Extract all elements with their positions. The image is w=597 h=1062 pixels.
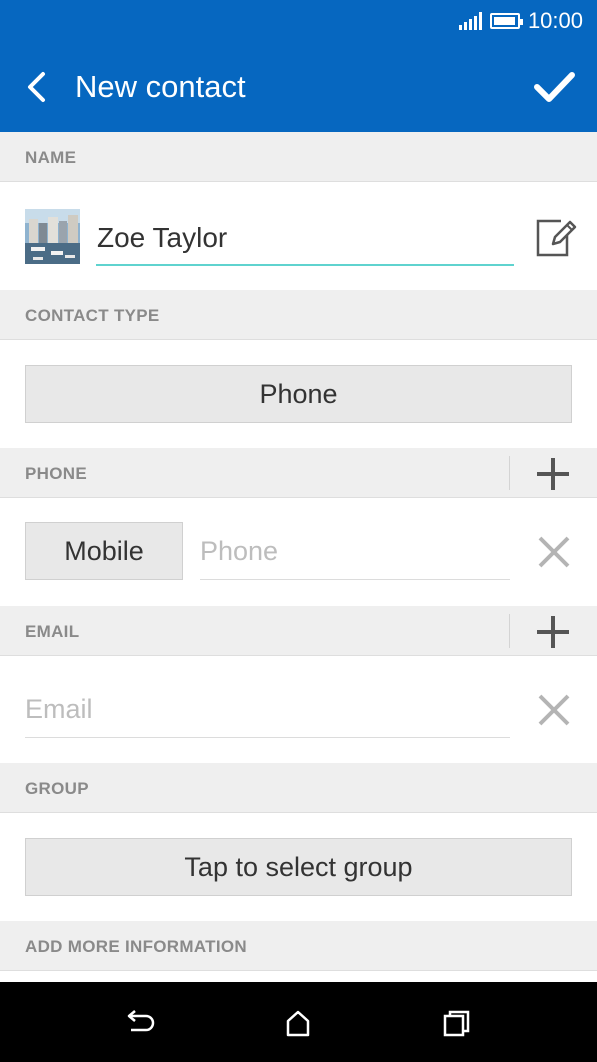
recents-icon [443,1010,470,1037]
back-button[interactable] [18,67,58,107]
email-section-label: EMAIL [25,622,80,641]
edit-name-button[interactable] [533,213,577,261]
status-bar: 10:00 [0,0,597,42]
name-section-header: NAME [0,132,597,182]
divider [509,614,510,648]
add-email-button[interactable] [531,610,575,654]
plus-icon [537,458,569,490]
add-more-info-header[interactable]: ADD MORE INFORMATION [0,921,597,971]
contact-photo-image [25,209,80,264]
name-field-value: Zoe Taylor [97,222,228,253]
group-section-label: GROUP [25,779,89,798]
phone-section-label: PHONE [25,464,87,483]
phone-input[interactable]: Phone [200,522,510,580]
contact-photo[interactable] [25,209,80,264]
nav-back-button[interactable] [119,1004,159,1044]
name-section-label: NAME [25,148,77,167]
checkmark-icon [534,72,575,102]
status-icons: 10:00 [458,8,583,33]
plus-icon [537,616,569,648]
divider [509,456,510,490]
navigation-bar [0,982,597,1062]
page-title: New contact [75,69,246,104]
battery-icon [489,13,523,29]
group-section-header: GROUP [0,763,597,813]
add-more-info-label: ADD MORE INFORMATION [25,937,247,956]
signal-icon [458,12,482,30]
phone-section-header: PHONE [0,448,597,498]
contact-type-section-header: CONTACT TYPE [0,290,597,340]
email-section-header: EMAIL [0,606,597,656]
status-time: 10:00 [527,8,583,33]
select-group-button[interactable]: Tap to select group [25,838,572,896]
back-nav-icon [127,1010,155,1032]
name-field[interactable]: Zoe Taylor [96,216,514,266]
nav-recents-button[interactable] [437,1004,477,1044]
add-phone-button[interactable] [531,452,575,496]
contact-type-button[interactable]: Phone [25,365,572,423]
home-icon [286,1010,310,1037]
close-icon [538,536,570,568]
save-button[interactable] [529,62,579,112]
email-input[interactable]: Email [25,680,510,738]
close-icon [538,694,570,726]
clear-phone-button[interactable] [534,532,574,572]
app-bar: New contact [0,42,597,132]
clear-email-button[interactable] [534,690,574,730]
chevron-left-icon [28,72,45,102]
phone-type-button[interactable]: Mobile [25,522,183,580]
nav-home-button[interactable] [278,1004,318,1044]
phone-input-placeholder: Phone [200,536,279,566]
battery-fill [493,17,515,25]
edit-icon [536,219,577,257]
contact-type-section-label: CONTACT TYPE [25,306,160,325]
email-input-placeholder: Email [25,694,93,724]
